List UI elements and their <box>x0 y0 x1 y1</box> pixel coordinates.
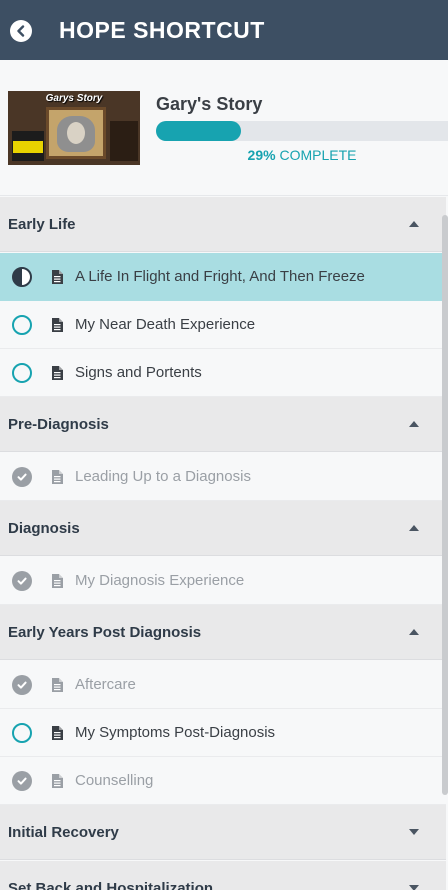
lesson-item[interactable]: Leading Up to a Diagnosis <box>0 453 446 501</box>
progress-label: 29% COMPLETE <box>156 147 448 163</box>
section-header[interactable]: Set Back and Hospitalization <box>0 861 446 890</box>
progress-suffix: COMPLETE <box>279 147 357 163</box>
section-title: Diagnosis <box>8 520 80 537</box>
lesson-item[interactable]: Signs and Portents <box>0 349 446 397</box>
course-thumbnail: Garys Story <box>8 91 140 165</box>
page-title: HOPE SHORTCUT <box>59 17 265 43</box>
section-title: Early Life <box>8 216 76 233</box>
empty-circle-icon <box>12 315 32 335</box>
section-title: Initial Recovery <box>8 824 119 841</box>
lesson-title: Counselling <box>75 772 154 789</box>
document-icon <box>51 574 63 588</box>
section-header[interactable]: Pre-Diagnosis <box>0 397 446 452</box>
empty-circle-icon <box>12 723 32 743</box>
scrollbar[interactable] <box>442 215 448 795</box>
caret-up-icon <box>409 629 419 635</box>
lesson-title: My Diagnosis Experience <box>75 572 245 589</box>
document-icon <box>51 726 63 740</box>
section-header[interactable]: Diagnosis <box>0 501 446 556</box>
document-icon <box>51 470 63 484</box>
caret-down-icon <box>409 829 419 835</box>
check-circle-icon <box>12 675 32 695</box>
document-icon <box>51 366 63 380</box>
section-title: Pre-Diagnosis <box>8 416 109 433</box>
caret-up-icon <box>409 525 419 531</box>
lesson-title: Aftercare <box>75 676 136 693</box>
chevron-left-icon <box>17 25 25 37</box>
course-card: Garys Story Gary's Story 29% COMPLETE <box>0 60 448 196</box>
check-circle-icon <box>12 771 32 791</box>
check-circle-icon <box>12 571 32 591</box>
section-title: Early Years Post Diagnosis <box>8 624 202 641</box>
back-button[interactable] <box>10 20 32 42</box>
document-icon <box>51 774 63 788</box>
top-bar: HOPE SHORTCUT <box>0 0 448 60</box>
progress-bar <box>156 121 448 141</box>
check-circle-icon <box>12 467 32 487</box>
section-title: Set Back and Hospitalization <box>8 880 214 890</box>
lesson-item[interactable]: Aftercare <box>0 661 446 709</box>
section-header[interactable]: Initial Recovery <box>0 805 446 860</box>
document-icon <box>51 318 63 332</box>
caret-down-icon <box>409 885 419 890</box>
lesson-title: My Symptoms Post-Diagnosis <box>75 724 276 741</box>
section-header[interactable]: Early Life <box>0 197 446 252</box>
progress-fill <box>156 121 241 141</box>
course-title: Gary's Story <box>156 94 263 114</box>
lesson-item[interactable]: My Near Death Experience <box>0 301 446 349</box>
caret-up-icon <box>409 421 419 427</box>
lesson-title: My Near Death Experience <box>75 316 256 333</box>
lesson-title: Leading Up to a Diagnosis <box>75 468 251 485</box>
progress-percent: 29% <box>247 147 276 163</box>
half-circle-icon <box>12 267 32 287</box>
lesson-title: Signs and Portents <box>75 364 202 381</box>
lesson-item[interactable]: Counselling <box>0 757 446 805</box>
lesson-item[interactable]: My Symptoms Post-Diagnosis <box>0 709 446 757</box>
lesson-title: A Life In Flight and Fright, And Then Fr… <box>75 268 365 285</box>
document-icon <box>51 678 63 692</box>
section-header[interactable]: Early Years Post Diagnosis <box>0 605 446 660</box>
app: HOPE SHORTCUT Garys Story Gary's Story 2… <box>0 0 448 890</box>
document-icon <box>51 270 63 284</box>
thumbnail-caption: Garys Story <box>45 93 103 104</box>
lesson-item[interactable]: My Diagnosis Experience <box>0 557 446 605</box>
empty-circle-icon <box>12 363 32 383</box>
lesson-item[interactable]: A Life In Flight and Fright, And Then Fr… <box>0 253 446 301</box>
caret-up-icon <box>409 221 419 227</box>
